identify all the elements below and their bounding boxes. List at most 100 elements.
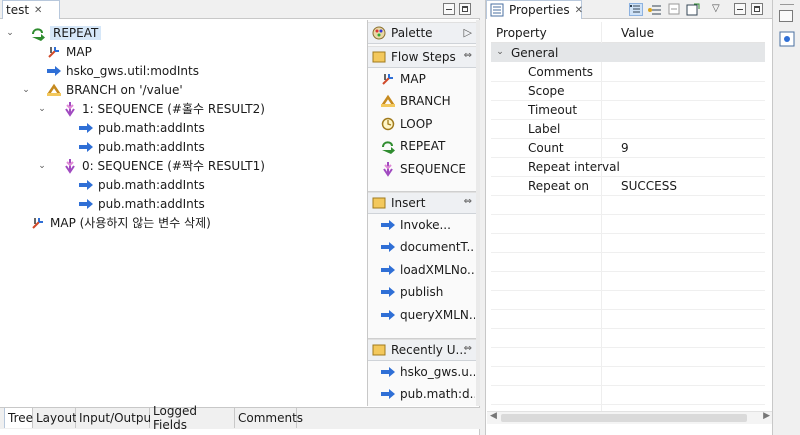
- invoke-icon: [380, 239, 396, 255]
- palette-item[interactable]: publish: [380, 281, 475, 303]
- new-properties-view-icon[interactable]: [686, 3, 700, 16]
- collapse-all-icon[interactable]: [668, 3, 682, 16]
- chevron-down-icon[interactable]: ⌄: [495, 47, 505, 57]
- group-row-general[interactable]: ⌄ General: [491, 43, 765, 62]
- palette-header[interactable]: Palette ▷: [368, 22, 477, 44]
- pin-icon[interactable]: ⇔: [464, 343, 472, 354]
- show-categories-icon[interactable]: [629, 3, 643, 16]
- invoke-icon: [380, 217, 396, 233]
- palette-item[interactable]: pub.math:d...: [380, 383, 475, 405]
- palette-item[interactable]: hsko_gws.u...: [380, 361, 475, 383]
- chevron-down-icon[interactable]: ⌄: [21, 85, 31, 95]
- pin-icon[interactable]: ⇔: [464, 50, 472, 61]
- restore-icon[interactable]: [779, 10, 793, 22]
- close-icon[interactable]: ✕: [575, 5, 583, 16]
- tree-node[interactable]: MAP (사용하지 않는 변수 삭제): [0, 213, 366, 232]
- property-value[interactable]: SUCCESS: [621, 176, 761, 195]
- map-icon: [46, 44, 62, 60]
- tree-node[interactable]: pub.math:addInts: [0, 118, 366, 137]
- pin-icon[interactable]: ⇔: [464, 196, 472, 207]
- map-icon: [30, 215, 46, 231]
- maximize-icon[interactable]: [459, 3, 471, 15]
- editor-tab-layout[interactable]: Layout: [33, 408, 77, 428]
- property-name[interactable]: Label: [528, 119, 560, 138]
- tree-node[interactable]: MAP: [0, 42, 366, 61]
- outline-view-icon[interactable]: [778, 30, 796, 48]
- invoke-icon: [78, 196, 94, 212]
- recently-used-drawer-header[interactable]: Recently U... ⇔: [368, 339, 477, 361]
- insert-drawer-header[interactable]: Insert ⇔: [368, 192, 477, 214]
- tree-node[interactable]: pub.math:addInts: [0, 137, 366, 156]
- property-name[interactable]: Repeat interval: [528, 157, 620, 176]
- flow-steps-drawer-header[interactable]: Flow Steps ⇔: [368, 46, 477, 68]
- column-separator: [601, 22, 602, 422]
- palette-scrollbar[interactable]: [476, 20, 480, 406]
- editor-tab-logged-fields[interactable]: Logged Fields: [150, 404, 235, 432]
- property-name[interactable]: Repeat on: [528, 176, 589, 195]
- tree-node[interactable]: pub.math:addInts: [0, 175, 366, 194]
- palette-item[interactable]: queryXMLN...: [380, 304, 475, 326]
- tree-node[interactable]: ⌄ 1: SEQUENCE (#홀수 RESULT2): [0, 99, 366, 118]
- property-value[interactable]: 9: [621, 138, 761, 157]
- palette-item[interactable]: LOOP: [380, 113, 475, 135]
- editor-tab-comments[interactable]: Comments: [235, 408, 303, 428]
- minimize-icon[interactable]: [734, 3, 746, 15]
- property-value[interactable]: [621, 62, 761, 81]
- property-value[interactable]: [621, 119, 761, 138]
- drawer-icon: [371, 195, 387, 211]
- minimize-icon[interactable]: [443, 3, 455, 15]
- property-column-header[interactable]: Property: [496, 23, 547, 42]
- chevron-down-icon[interactable]: ⌄: [37, 161, 47, 171]
- editor-tab-test[interactable]: test ✕: [2, 0, 60, 19]
- palette-item[interactable]: BRANCH: [380, 90, 475, 112]
- chevron-down-icon[interactable]: ⌄: [5, 28, 15, 38]
- property-name[interactable]: Comments: [528, 62, 593, 81]
- tree-node-label: 1: SEQUENCE (#홀수 RESULT2): [82, 102, 265, 116]
- property-name[interactable]: Scope: [528, 81, 565, 100]
- scrollbar-thumb[interactable]: [501, 414, 747, 422]
- tree-node[interactable]: hsko_gws.util:modInts: [0, 61, 366, 80]
- properties-tab[interactable]: Properties ✕: [486, 0, 583, 19]
- palette-item-label: Invoke...: [400, 218, 451, 232]
- row-divider: [491, 290, 765, 291]
- palette-item[interactable]: MAP: [380, 68, 475, 90]
- row-divider: [491, 309, 765, 310]
- scroll-right-icon[interactable]: ▶: [763, 411, 770, 421]
- maximize-icon[interactable]: [751, 3, 763, 15]
- collapse-palette-icon[interactable]: ▷: [464, 26, 472, 39]
- row-divider: [491, 233, 765, 234]
- property-name[interactable]: Timeout: [528, 100, 577, 119]
- palette-item[interactable]: Invoke...: [380, 214, 475, 236]
- close-icon[interactable]: ✕: [34, 5, 42, 16]
- editor-tab-tree[interactable]: Tree: [4, 408, 33, 428]
- property-value[interactable]: [621, 100, 761, 119]
- editor-tab-bar: test ✕: [0, 0, 480, 19]
- invoke-icon: [380, 364, 396, 380]
- palette-item[interactable]: SEQUENCE: [380, 158, 475, 180]
- property-value[interactable]: [621, 157, 761, 176]
- palette-item[interactable]: loadXMLNo...: [380, 259, 475, 281]
- scroll-left-icon[interactable]: ◀: [490, 411, 497, 421]
- property-value[interactable]: [621, 81, 761, 100]
- show-advanced-icon[interactable]: [648, 3, 662, 16]
- row-divider: [491, 328, 765, 329]
- tree-node[interactable]: ⌄ BRANCH on '/value': [0, 80, 366, 99]
- palette-item[interactable]: documentT...: [380, 236, 475, 258]
- tree-node-label: MAP: [66, 44, 92, 59]
- properties-horizontal-scrollbar[interactable]: ◀ ▶: [487, 411, 773, 424]
- editor-tab-input-output[interactable]: Input/Output: [76, 408, 156, 428]
- tree-node[interactable]: pub.math:addInts: [0, 194, 366, 213]
- view-menu-icon[interactable]: ▽: [712, 3, 726, 16]
- value-column-header[interactable]: Value: [621, 23, 654, 42]
- tree-node-label: pub.math:addInts: [98, 177, 205, 192]
- palette-item[interactable]: REPEAT: [380, 135, 475, 157]
- flow-steps-title: Flow Steps: [391, 50, 456, 64]
- trim-handle[interactable]: [780, 4, 794, 5]
- tree-node[interactable]: ⌄ REPEAT: [0, 23, 366, 42]
- chevron-down-icon[interactable]: ⌄: [37, 104, 47, 114]
- property-name[interactable]: Count: [528, 138, 564, 157]
- tree-node[interactable]: ⌄ 0: SEQUENCE (#짝수 RESULT1): [0, 156, 366, 175]
- tree-node-label: pub.math:addInts: [98, 139, 205, 154]
- repeat-icon: [380, 138, 396, 155]
- invoke-icon: [380, 307, 396, 323]
